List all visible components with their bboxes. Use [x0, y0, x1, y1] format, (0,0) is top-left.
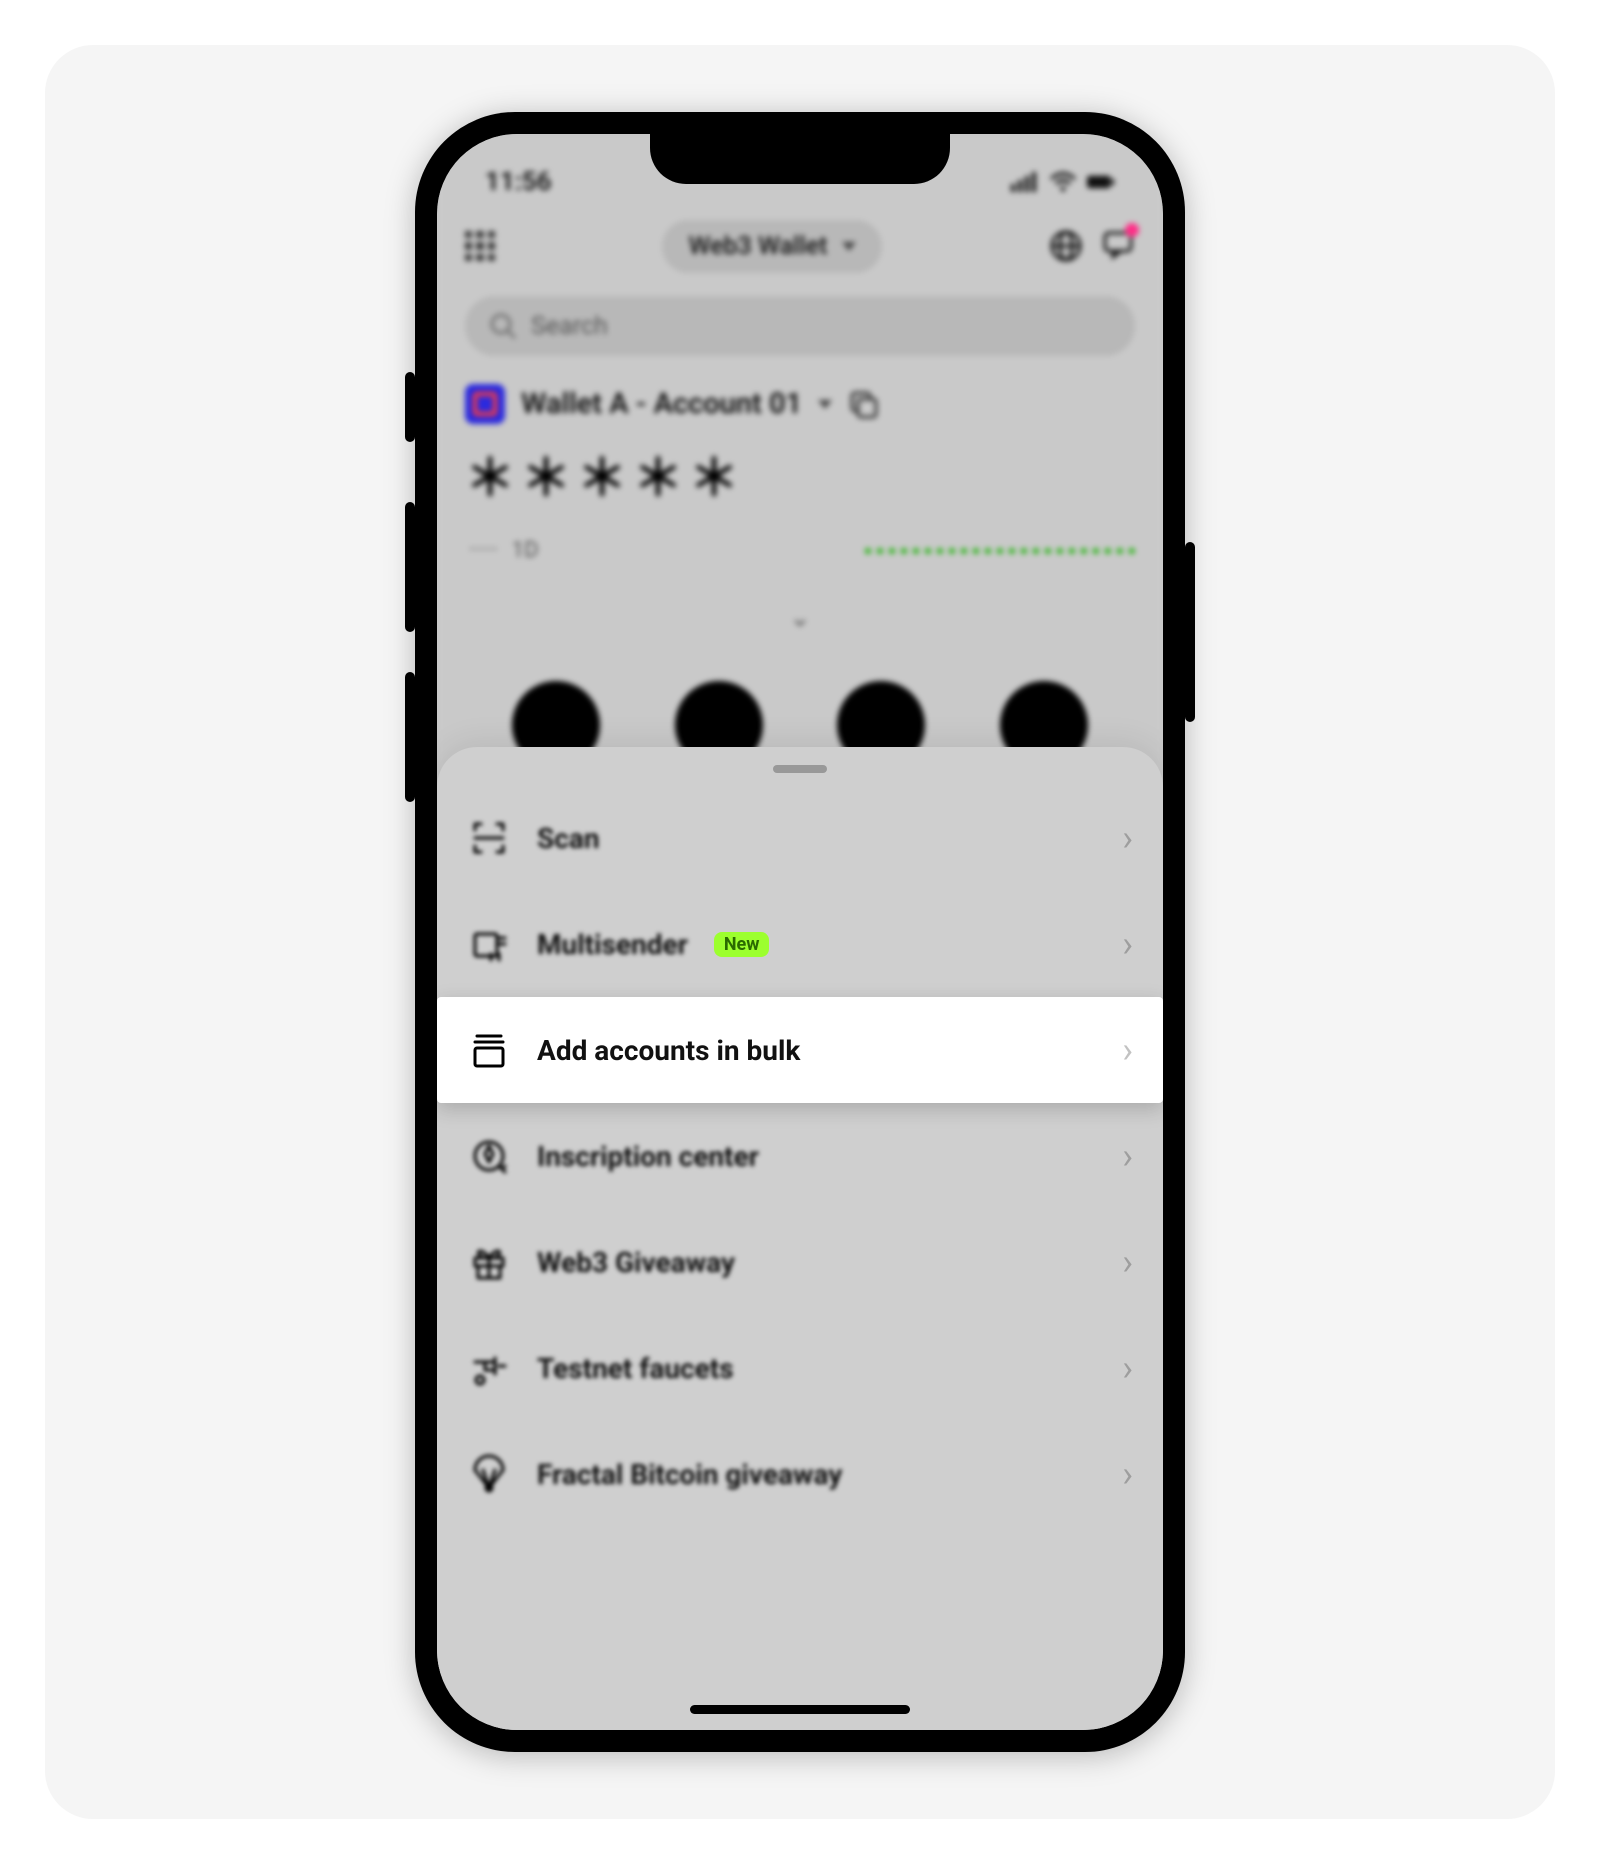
- multisender-icon: [467, 922, 511, 966]
- device-mockup-card: 11:56 Web3 Wallet: [45, 45, 1555, 1819]
- notification-dot: [1125, 223, 1139, 237]
- account-balance: ＊＊＊＊＊: [465, 438, 1135, 510]
- menu-item-label: Inscription center: [537, 1140, 759, 1173]
- phone-side-button: [405, 672, 415, 802]
- menu-item-inscription[interactable]: Inscription center ›: [437, 1103, 1163, 1209]
- menu-item-label: Web3 Giveaway: [537, 1246, 735, 1279]
- parachute-icon: [467, 1452, 511, 1496]
- menu-item-label: Multisender: [537, 928, 688, 961]
- chevron-right-icon: ›: [1122, 1135, 1133, 1177]
- phone-side-button: [1185, 542, 1195, 722]
- scan-icon: [467, 816, 511, 860]
- hidden-change: ·····: [469, 538, 498, 563]
- cellular-icon: [1011, 172, 1039, 192]
- menu-item-faucets[interactable]: Testnet faucets ›: [437, 1315, 1163, 1421]
- chevron-down-icon: [842, 242, 856, 251]
- sparkline: [865, 548, 1135, 554]
- home-indicator[interactable]: [690, 1705, 910, 1714]
- menu-item-label: Testnet faucets: [537, 1352, 734, 1385]
- inscription-icon: [467, 1134, 511, 1178]
- chevron-right-icon: ›: [1122, 1241, 1133, 1283]
- menu-item-scan[interactable]: Scan ›: [437, 785, 1163, 891]
- chevron-right-icon: ›: [1122, 1029, 1133, 1071]
- menu-item-fractal[interactable]: Fractal Bitcoin giveaway ›: [437, 1421, 1163, 1527]
- chat-button[interactable]: [1101, 227, 1135, 265]
- menu-item-label: Add accounts in bulk: [537, 1034, 800, 1067]
- chevron-right-icon: ›: [1122, 1347, 1133, 1389]
- phone-screen: 11:56 Web3 Wallet: [437, 134, 1163, 1730]
- chevron-right-icon: ›: [1122, 817, 1133, 859]
- gift-icon: [467, 1240, 511, 1284]
- search-icon: [489, 312, 517, 340]
- timeframe-label: 1D: [512, 538, 539, 563]
- copy-icon[interactable]: [848, 389, 878, 419]
- menu-item-label: Scan: [537, 822, 600, 855]
- status-time: 11:56: [485, 167, 552, 197]
- wallet-selector[interactable]: Web3 Wallet: [662, 220, 881, 273]
- bulk-icon: [467, 1028, 511, 1072]
- wallet-selector-label: Web3 Wallet: [688, 232, 827, 261]
- phone-notch: [650, 134, 950, 184]
- search-input[interactable]: Search: [465, 296, 1135, 356]
- menu-item-giveaway[interactable]: Web3 Giveaway ›: [437, 1209, 1163, 1315]
- app-grid-icon[interactable]: [465, 231, 495, 261]
- faucet-icon: [467, 1346, 511, 1390]
- menu-item-label: Fractal Bitcoin giveaway: [537, 1458, 842, 1491]
- wifi-icon: [1049, 172, 1077, 192]
- battery-icon: [1087, 172, 1115, 192]
- chevron-right-icon: ›: [1122, 923, 1133, 965]
- menu-item-add-bulk[interactable]: Add accounts in bulk ›: [437, 997, 1163, 1103]
- phone-side-button: [405, 372, 415, 442]
- menu-item-multisender[interactable]: Multisender New ›: [437, 891, 1163, 997]
- tools-bottom-sheet: Scan › Multisender New ›: [437, 747, 1163, 1730]
- chevron-down-icon[interactable]: [818, 400, 832, 409]
- account-label[interactable]: Wallet A - Account 01: [521, 387, 802, 421]
- chevron-right-icon: ›: [1122, 1453, 1133, 1495]
- account-avatar: [465, 384, 505, 424]
- new-badge: New: [714, 932, 770, 957]
- phone-frame: 11:56 Web3 Wallet: [415, 112, 1185, 1752]
- expand-chevron[interactable]: ⌄: [465, 603, 1135, 633]
- globe-icon[interactable]: [1049, 229, 1083, 263]
- search-placeholder: Search: [531, 312, 608, 341]
- sheet-handle[interactable]: [773, 765, 827, 773]
- phone-side-button: [405, 502, 415, 632]
